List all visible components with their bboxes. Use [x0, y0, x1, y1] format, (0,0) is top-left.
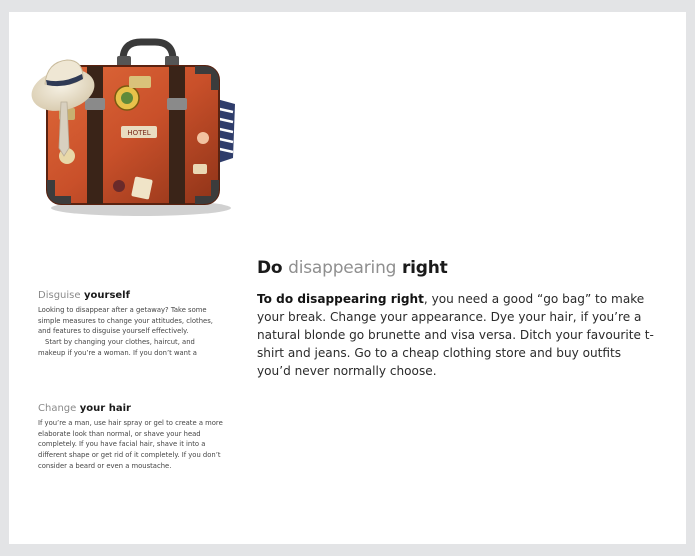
sidebar-heading: Change your hair	[38, 403, 223, 414]
title-muted-word: disappearing	[288, 258, 397, 278]
suitcase-illustration: HOTEL	[31, 38, 235, 216]
sidebar-section-disguise: Disguise yourself Looking to disappear a…	[38, 290, 223, 359]
article-title: Do disappearing right	[257, 258, 448, 278]
title-bold-word: right	[401, 258, 448, 278]
sidebar-paragraph: Looking to disappear after a getaway? Ta…	[38, 305, 223, 359]
sidebar-heading-bold: yourself	[84, 290, 130, 301]
article-body: To do disappearing right, you need a goo…	[257, 290, 657, 380]
sidebar-section-hair: Change your hair If you’re a man, use ha…	[38, 403, 223, 472]
sidebar-paragraph: If you’re a man, use hair spray or gel t…	[38, 419, 223, 470]
sidebar-heading: Disguise yourself	[38, 290, 223, 301]
sidebar-para-2: Start by changing your clothes, haircut,…	[38, 338, 197, 357]
sidebar-para-1: Looking to disappear after a getaway? Ta…	[38, 306, 213, 336]
title-prefix: Do	[257, 258, 283, 278]
page: HOTEL Do disappearing right To do disapp…	[9, 12, 686, 544]
svg-text:HOTEL: HOTEL	[127, 129, 150, 137]
sidebar-heading-bold: your hair	[79, 403, 131, 414]
article-lead: To do disappearing right	[257, 292, 424, 306]
sidebar-heading-light: Disguise	[38, 290, 81, 301]
sidebar-heading-light: Change	[38, 403, 77, 414]
